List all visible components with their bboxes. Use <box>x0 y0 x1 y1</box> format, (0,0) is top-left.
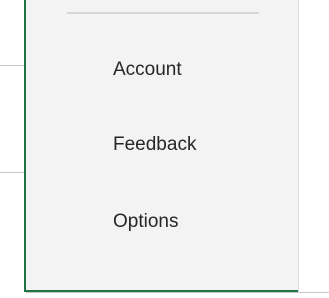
grid-line <box>0 172 26 173</box>
grid-line <box>0 65 26 66</box>
nav-item-options[interactable]: Options <box>26 194 298 250</box>
backstage-nav-panel: Account Feedback Options <box>24 0 298 292</box>
grid-line <box>26 292 329 293</box>
nav-item-account[interactable]: Account <box>26 42 298 98</box>
content-area <box>299 0 329 292</box>
nav-item-feedback[interactable]: Feedback <box>26 117 298 173</box>
excel-window-fragment: Account Feedback Options <box>0 0 329 298</box>
nav-separator <box>67 12 259 14</box>
